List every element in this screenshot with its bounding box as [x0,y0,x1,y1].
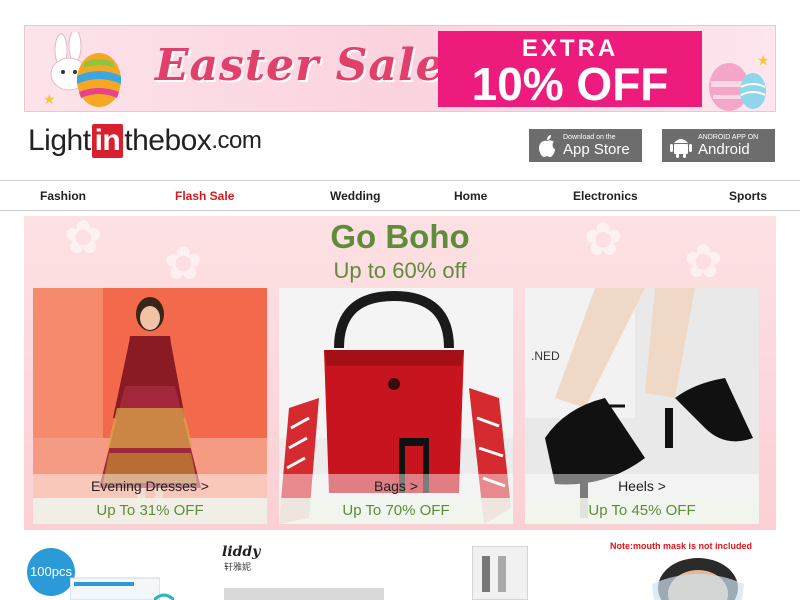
promo-card-evening-dresses[interactable]: Evening Dresses > Up To 31% OFF [33,288,267,524]
nav-item-wedding[interactable]: Wedding [330,189,380,203]
product-circle-image [154,593,174,600]
liddy-brand-sub: 轩雅妮 [224,562,252,572]
product-box-image [224,588,384,600]
liddy-brand: liddy [222,544,261,560]
nav-item-sports[interactable]: Sports [729,189,767,203]
go-boho-promo: ✿ ✿ ✿ ✿ Go Boho Up to 60% off Evening Dr… [24,216,776,530]
promo-card-heels[interactable]: .NED Heels > Up To 45% OFF [525,288,759,524]
android-label: Android [698,140,750,158]
svg-text:★: ★ [43,91,56,107]
mask-package-image [70,577,160,600]
card-label[interactable]: Heels > [525,474,759,498]
promo-subtitle: Up to 60% off [333,258,467,283]
discount-label: 10% OFF [471,58,669,110]
lightinthebox-logo[interactable]: Light in thebox .com [28,124,262,158]
logo-text-in: in [91,124,124,158]
android-app-button[interactable]: ANDROID APP ON Android [662,129,775,162]
quantity-badge: 100pcs [27,548,75,596]
logo-text-com: .com [211,127,262,154]
promo-card-bags[interactable]: Bags > Up To 70% OFF [279,288,513,524]
easter-egg-illustration: ★ [709,52,767,111]
mask-note: Note:mouth mask is not included [610,541,753,551]
product-strip: 100pcs liddy 轩雅妮 Note:mouth mask is not … [24,538,776,600]
nav-item-fashion[interactable]: Fashion [40,189,86,203]
app-store-button[interactable]: Download on the App Store [529,129,642,162]
nav-item-electronics[interactable]: Electronics [573,189,638,203]
card-offer: Up To 31% OFF [33,498,267,524]
easter-sale-banner[interactable]: ★ Easter Sale EXTRA 10% OFF ★ [24,25,776,112]
logo-text-light: Light [28,124,91,157]
logo-text-thebox: thebox [124,124,212,157]
category-nav: Fashion Flash Sale Wedding Home Electron… [0,180,800,211]
promo-title: Go Boho [330,218,470,255]
easter-sale-headline: Easter Sale [155,40,445,91]
nav-item-home[interactable]: Home [454,189,487,203]
app-store-label: App Store [563,140,630,158]
extra-discount-box: EXTRA 10% OFF [438,31,702,110]
card-offer: Up To 70% OFF [279,498,513,524]
apple-icon [539,134,555,157]
svg-text:.NED: .NED [531,349,560,363]
face-shield-model-image [652,558,744,600]
easter-bunny-illustration: ★ [43,32,121,107]
card-label[interactable]: Bags > [279,474,513,498]
nav-item-flash-sale[interactable]: Flash Sale [175,189,234,203]
svg-text:★: ★ [757,52,767,68]
card-offer: Up To 45% OFF [525,498,759,524]
card-label[interactable]: Evening Dresses > [33,474,267,498]
android-icon [670,138,692,158]
product-pack-image [472,546,528,600]
